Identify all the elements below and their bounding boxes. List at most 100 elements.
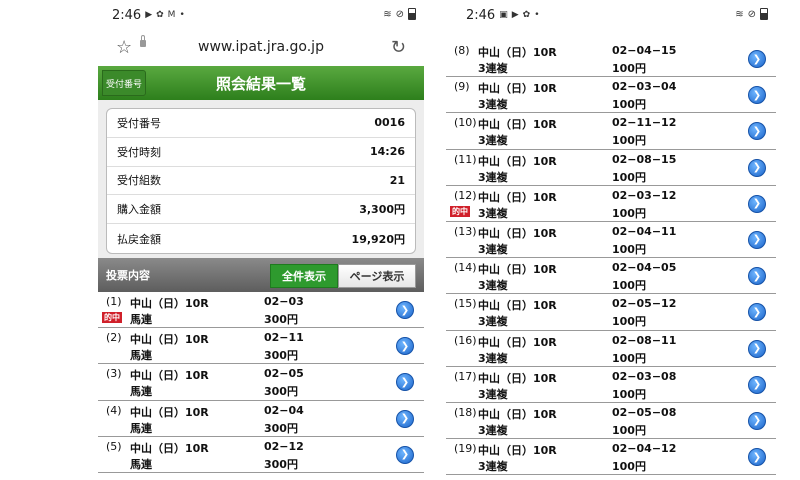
summary-row: 受付組数 21 [107, 167, 415, 196]
bet-combination: 02−08−11 [612, 333, 677, 347]
bet-list-item[interactable]: (13) 中山（日）10R 3連複 02−04−11 100円 ❯ [446, 222, 776, 259]
bet-race: 中山（日）10R [478, 82, 557, 96]
bet-number: (5) [106, 439, 122, 453]
chevron-right-circle-icon[interactable]: ❯ [748, 339, 766, 358]
bet-list-item[interactable]: (15) 中山（日）10R 3連複 02−05−12 100円 ❯ [446, 294, 776, 331]
bet-list-item[interactable]: (2) 中山（日）10R 馬連 02−11 300円 ❯ [98, 328, 424, 365]
bet-combination: 02−04−12 [612, 442, 677, 456]
bet-race: 中山（日）10R [130, 297, 209, 310]
summary-label: 受付時刻 [117, 145, 161, 159]
status-time: 2:46 [112, 7, 142, 23]
bet-race: 中山（日）10R [130, 441, 209, 455]
summary-section: 受付番号 0016 受付時刻 14:26 受付組数 21 購入金額 3,300円 払戻金… [98, 100, 424, 258]
bet-number: (14) [454, 261, 477, 275]
chevron-right-circle-icon[interactable]: ❯ [748, 122, 766, 141]
bet-combination: 02−05−12 [612, 297, 677, 311]
bet-number: (13) [454, 224, 477, 238]
wifi-icon: ≋ [735, 8, 744, 20]
status-time: 2:46 [466, 7, 496, 23]
chevron-right-circle-icon[interactable]: ❯ [396, 445, 414, 464]
summary-value: 3,300円 [359, 203, 405, 217]
bet-list-item[interactable]: (4) 中山（日）10R 馬連 02−04 300円 ❯ [98, 401, 424, 437]
bet-list-item[interactable]: (8) 中山（日）10R 3連複 02−04−15 100円 ❯ [446, 41, 776, 78]
bet-combination: 02−08−15 [612, 152, 677, 166]
summary-table: 受付番号 0016 受付時刻 14:26 受付組数 21 購入金額 3,300円 払戻金… [106, 108, 416, 254]
bet-combination: 02−11 [264, 331, 304, 345]
bet-type: 3連複 [478, 134, 508, 148]
chevron-right-circle-icon[interactable]: ❯ [748, 50, 766, 68]
bet-number: (18) [454, 405, 477, 419]
more-notifications-icon: • [179, 10, 185, 20]
mail-icon: M [167, 10, 176, 20]
bet-type: 3連複 [478, 351, 508, 365]
bet-list-item[interactable]: (5) 中山（日）10R 馬連 02−12 300円 ❯ [98, 437, 424, 473]
bet-amount: 100円 [612, 170, 646, 184]
chevron-right-circle-icon[interactable]: ❯ [396, 373, 414, 392]
dnd-icon: ⊘ [747, 8, 756, 20]
image-icon: ▣ [499, 10, 508, 20]
bet-amount: 100円 [612, 242, 646, 256]
bet-list-item[interactable]: (9) 中山（日）10R 3連複 02−03−04 100円 ❯ [446, 77, 776, 114]
summary-label: 払戻金額 [117, 232, 161, 246]
bet-number: (2) [106, 331, 122, 345]
bet-type: 3連複 [478, 242, 508, 256]
bet-list-item[interactable]: (17) 中山（日）10R 3連複 02−03−08 100円 ❯ [446, 367, 776, 403]
status-right: ≋ ⊘ [383, 8, 416, 20]
chevron-right-circle-icon[interactable]: ❯ [748, 267, 766, 286]
dnd-icon: ⊘ [395, 8, 404, 20]
chevron-right-circle-icon[interactable]: ❯ [748, 375, 766, 394]
bet-type: 馬連 [130, 313, 152, 326]
bet-list-item[interactable]: (16) 中山（日）10R 3連複 02−08−11 100円 ❯ [446, 331, 776, 367]
chevron-right-circle-icon[interactable]: ❯ [748, 230, 766, 249]
bet-list-item[interactable]: (19) 中山（日）10R 3連複 02−04−12 100円 ❯ [446, 439, 776, 476]
bet-type: 3連複 [478, 62, 508, 75]
bet-number: (8) [454, 44, 470, 57]
bet-race: 中山（日）10R [478, 226, 557, 240]
bet-list-item[interactable]: (18) 中山（日）10R 3連複 02−05−08 100円 ❯ [446, 403, 776, 440]
battery-icon [760, 8, 768, 20]
summary-row: 受付時刻 14:26 [107, 138, 415, 167]
chevron-right-circle-icon[interactable]: ❯ [748, 448, 766, 467]
hit-badge: 的中 [102, 312, 122, 323]
bet-combination: 02−11−12 [612, 116, 677, 130]
right-phone-screen: 2:46 ▣ ▶ ✿ • ≋ ⊘ (8) 中山（日）10R 3連複 02−04−15 1… [446, 0, 776, 480]
bet-type: 3連複 [478, 423, 508, 437]
chevron-right-circle-icon[interactable]: ❯ [396, 301, 414, 319]
bet-list-item[interactable]: (1) 中山（日）10R 馬連 02−03 300円 的中 ❯ [98, 292, 424, 329]
notification-icon: ✿ [156, 10, 164, 20]
bet-amount: 100円 [612, 206, 646, 220]
summary-value: 0016 [374, 116, 405, 130]
chevron-right-circle-icon[interactable]: ❯ [748, 86, 766, 105]
bet-list-item[interactable]: (12) 中山（日）10R 3連複 02−03−12 100円 的中 ❯ [446, 186, 776, 222]
bet-race: 中山（日）10R [478, 46, 557, 59]
tab-page-view[interactable]: ページ表示 [338, 264, 416, 288]
bet-type: 3連複 [478, 315, 508, 329]
reload-icon[interactable]: ↻ [391, 37, 406, 58]
chevron-right-circle-icon[interactable]: ❯ [748, 411, 766, 430]
bet-list-item[interactable]: (10) 中山（日）10R 3連複 02−11−12 100円 ❯ [446, 113, 776, 150]
bet-race: 中山（日）10R [478, 190, 557, 204]
back-button[interactable]: 受付番号 [102, 70, 146, 96]
tab-show-all[interactable]: 全件表示 [270, 264, 338, 288]
chevron-right-circle-icon[interactable]: ❯ [748, 303, 766, 322]
chevron-right-circle-icon[interactable]: ❯ [396, 337, 414, 356]
left-phone-screen: 2:46 ▶ ✿ M • ≋ ⊘ ☆ www.ipat.jra.go.jp ↻ … [98, 0, 424, 480]
bet-list-item[interactable]: (3) 中山（日）10R 馬連 02−05 300円 ❯ [98, 364, 424, 401]
status-bar: 2:46 ▶ ✿ M • ≋ ⊘ [98, 0, 424, 30]
chevron-right-circle-icon[interactable]: ❯ [748, 194, 766, 213]
bet-amount: 100円 [612, 62, 646, 75]
youtube-icon: ▶ [511, 10, 519, 20]
youtube-icon: ▶ [145, 10, 153, 20]
bet-type: 3連複 [478, 460, 508, 474]
bet-combination: 02−04−11 [612, 224, 677, 238]
bet-combination: 02−05 [264, 367, 304, 381]
chevron-right-circle-icon[interactable]: ❯ [396, 409, 414, 428]
summary-label: 受付番号 [117, 116, 161, 130]
chevron-right-circle-icon[interactable]: ❯ [748, 158, 766, 177]
url-text[interactable]: www.ipat.jra.go.jp [98, 39, 424, 55]
bet-list-item[interactable]: (11) 中山（日）10R 3連複 02−08−15 100円 ❯ [446, 150, 776, 186]
bet-number: (3) [106, 367, 122, 381]
bet-list: (8) 中山（日）10R 3連複 02−04−15 100円 ❯ (9) 中山（日）10R 3連… [446, 41, 776, 476]
bet-combination: 02−03−12 [612, 188, 677, 202]
bet-list-item[interactable]: (14) 中山（日）10R 3連複 02−04−05 100円 ❯ [446, 258, 776, 295]
